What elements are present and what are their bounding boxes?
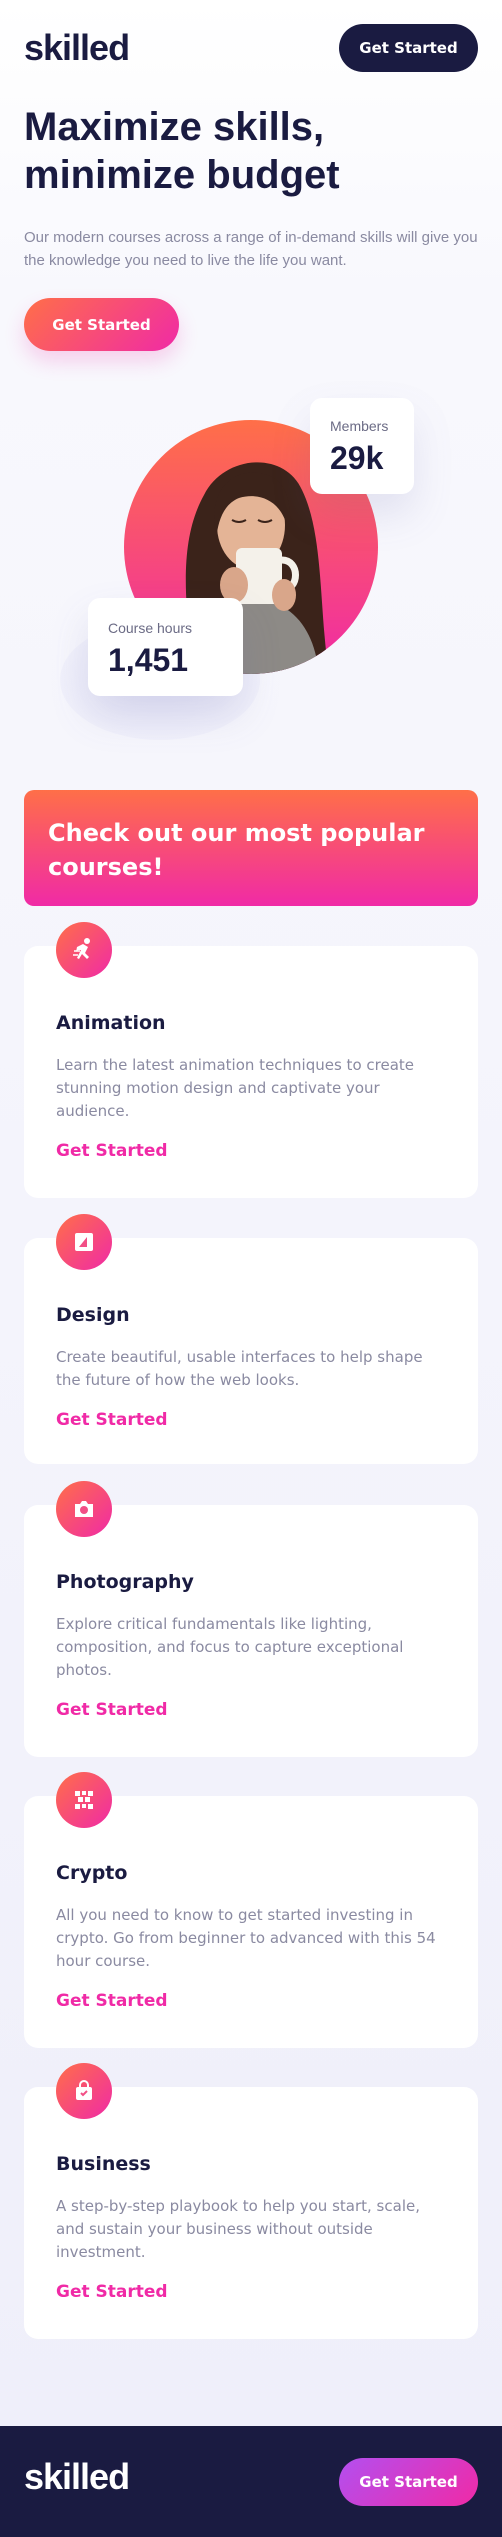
- site-header: skilled Get Started: [24, 24, 478, 72]
- camera-icon: [56, 1481, 112, 1537]
- course-card-design: Design Create beautiful, usable interfac…: [24, 1214, 478, 1464]
- course-description: A step-by-step playbook to help you star…: [56, 2197, 420, 2261]
- hero-get-started-button[interactable]: Get Started: [24, 298, 179, 351]
- course-get-started-link[interactable]: Get Started: [56, 1410, 168, 1430]
- course-hours-value: 1,451: [108, 642, 189, 678]
- header-get-started-button[interactable]: Get Started: [339, 24, 478, 72]
- course-title: Design: [56, 1304, 130, 1326]
- course-get-started-link[interactable]: Get Started: [56, 1141, 168, 1161]
- course-title: Business: [56, 2153, 151, 2175]
- course-card-photography: Photography Explore critical fundamental…: [24, 1481, 478, 1757]
- course-title: Crypto: [56, 1862, 128, 1884]
- members-stat-card: Members 29k: [310, 398, 414, 494]
- members-label: Members: [330, 418, 389, 434]
- course-description: All you need to know to get started inve…: [56, 1906, 436, 1970]
- hero-subtitle: Our modern courses across a range of in-…: [24, 229, 478, 269]
- course-description: Create beautiful, usable interfaces to h…: [56, 1348, 423, 1389]
- site-footer: skilled Get Started: [0, 2426, 502, 2537]
- hero-title-line-2: minimize budget: [24, 153, 340, 197]
- course-hours-stat-card: Course hours 1,451: [88, 598, 243, 696]
- footer-get-started-button[interactable]: Get Started: [339, 2458, 478, 2506]
- popular-courses-banner: Check out our most popular courses!: [24, 790, 478, 906]
- business-icon: [56, 2063, 112, 2119]
- course-description: Learn the latest animation techniques to…: [56, 1056, 415, 1120]
- hero-title-line-1: Maximize skills,: [24, 105, 325, 149]
- course-title: Photography: [56, 1571, 194, 1593]
- course-title: Animation: [56, 1012, 166, 1034]
- course-get-started-link[interactable]: Get Started: [56, 1991, 168, 2011]
- course-get-started-link[interactable]: Get Started: [56, 1700, 168, 1720]
- course-description: Explore critical fundamentals like light…: [56, 1615, 404, 1679]
- design-icon: [56, 1214, 112, 1270]
- banner-title: Check out our most popular courses!: [48, 819, 425, 881]
- footer-logo[interactable]: skilled: [24, 2456, 130, 2498]
- course-hours-label: Course hours: [108, 620, 193, 636]
- course-card-animation: Animation Learn the latest animation tec…: [24, 922, 478, 1198]
- course-get-started-link[interactable]: Get Started: [56, 2282, 168, 2302]
- members-value: 29k: [330, 440, 384, 476]
- logo[interactable]: skilled: [24, 27, 130, 69]
- course-card-business: Business A step-by-step playbook to help…: [24, 2063, 478, 2339]
- course-card-crypto: Crypto All you need to know to get start…: [24, 1772, 478, 2048]
- animation-icon: [56, 922, 112, 978]
- hero-title: Maximize skills, minimize budget: [24, 103, 464, 199]
- crypto-icon: [56, 1772, 112, 1828]
